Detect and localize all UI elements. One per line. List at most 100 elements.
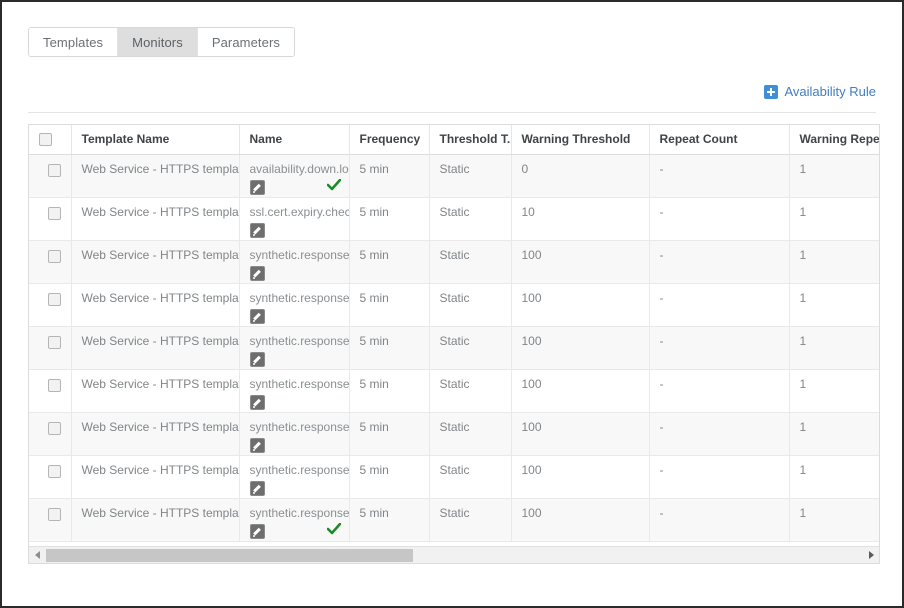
monitor-name-text: synthetic.response.ti [249,505,349,520]
availability-rule-link[interactable]: Availability Rule [764,84,876,99]
row-checkbox[interactable] [48,249,62,263]
column-header-warning-repeat-count: Warning Repeat C [789,125,879,155]
horizontal-scrollbar[interactable] [29,546,879,563]
monitor-name-text: synthetic.response.re [249,247,349,262]
row-checkbox[interactable] [48,335,62,349]
cell-name: synthetic.response.a [239,283,350,327]
cell-frequency: 5 min [349,283,430,327]
scrollbar-track[interactable] [46,546,862,563]
row-checkbox[interactable] [48,464,62,478]
edit-icon[interactable] [249,265,265,281]
row-select-cell [29,154,72,198]
row-select-cell [29,240,72,284]
monitor-name-text: synthetic.response.co [249,333,349,348]
cell-repeat-count: - [649,154,790,198]
cell-warning-threshold: 100 [511,283,650,327]
plus-icon [764,84,779,99]
row-checkbox[interactable] [48,292,62,306]
cell-warning-repeat-count: 1 [789,412,879,456]
scroll-left-button[interactable] [29,546,46,563]
edit-icon[interactable] [249,179,265,195]
edit-icon[interactable] [249,222,265,238]
cell-frequency: 5 min [349,498,430,542]
cell-threshold-type: Static [429,412,512,456]
header-row: Template Name Name Frequency Threshold T...… [29,125,879,155]
triangle-left-icon [34,551,40,559]
edit-icon[interactable] [249,480,265,496]
divider [28,112,876,113]
cell-frequency: 5 min [349,369,430,413]
table-row[interactable]: Web Service - HTTPS template synthetic.re… [29,240,879,284]
table-row[interactable]: Web Service - HTTPS template ssl.cert.exp… [29,197,879,241]
row-select-cell [29,498,72,542]
table-row[interactable]: Web Service - HTTPS template synthetic.re… [29,369,879,413]
cell-name: synthetic.response.lo [239,455,350,499]
cell-repeat-count: - [649,326,790,370]
cell-threshold-type: Static [429,154,512,198]
cell-name: ssl.cert.expiry.check [239,197,350,241]
edit-icon[interactable] [249,351,265,367]
cell-frequency: 5 min [349,240,430,284]
row-checkbox[interactable] [48,163,62,177]
edit-icon[interactable] [249,394,265,410]
monitor-name-text: synthetic.response.a [249,290,349,305]
cell-template-name: Web Service - HTTPS template [71,498,240,542]
column-header-repeat-count: Repeat Count [649,125,790,155]
cell-threshold-type: Static [429,283,512,327]
table-row[interactable]: Web Service - HTTPS template synthetic.re… [29,455,879,499]
cell-warning-repeat-count: 1 [789,197,879,241]
row-checkbox[interactable] [48,378,62,392]
row-select-cell [29,283,72,327]
cell-template-name: Web Service - HTTPS template [71,154,240,198]
row-checkbox[interactable] [48,421,62,435]
cell-threshold-type: Static [429,326,512,370]
row-checkbox[interactable] [48,507,62,521]
cell-repeat-count: - [649,455,790,499]
table-row[interactable]: Web Service - HTTPS template synthetic.re… [29,412,879,456]
row-checkbox[interactable] [48,206,62,220]
table-row[interactable]: Web Service - HTTPS template synthetic.re… [29,498,879,542]
scrollbar-thumb[interactable] [46,548,414,562]
cell-warning-repeat-count: 1 [789,455,879,499]
table-row[interactable]: Web Service - HTTPS template synthetic.re… [29,326,879,370]
edit-icon[interactable] [249,308,265,324]
column-header-threshold-type: Threshold T... [429,125,512,155]
cell-repeat-count: - [649,498,790,542]
monitor-name-text: synthetic.response.lo [249,462,349,477]
row-select-cell [29,197,72,241]
cell-name: availability.down.loc [239,154,350,198]
column-header-frequency: Frequency [349,125,430,155]
row-select-cell [29,412,72,456]
toolbar: Availability Rule [28,84,876,110]
cell-repeat-count: - [649,240,790,284]
table-body: Web Service - HTTPS template availability… [29,154,879,542]
cell-frequency: 5 min [349,154,430,198]
tab-templates[interactable]: Templates [29,28,119,56]
column-header-name: Name [239,125,350,155]
cell-warning-repeat-count: 1 [789,283,879,327]
cell-warning-threshold: 100 [511,498,650,542]
cell-warning-threshold: 100 [511,326,650,370]
edit-icon[interactable] [249,437,265,453]
cell-frequency: 5 min [349,412,430,456]
tab-parameters[interactable]: Parameters [197,28,295,56]
table-row[interactable]: Web Service - HTTPS template synthetic.re… [29,283,879,327]
cell-warning-repeat-count: 1 [789,240,879,284]
cell-warning-repeat-count: 1 [789,154,879,198]
table-row[interactable]: Web Service - HTTPS template availability… [29,154,879,198]
cell-repeat-count: - [649,283,790,327]
tab-monitors[interactable]: Monitors [118,28,198,56]
column-header-template-name: Template Name [71,125,240,155]
scroll-right-button[interactable] [862,546,879,563]
row-select-cell [29,369,72,413]
cell-template-name: Web Service - HTTPS template [71,369,240,413]
cell-template-name: Web Service - HTTPS template [71,240,240,284]
cell-template-name: Web Service - HTTPS template [71,197,240,241]
cell-warning-threshold: 100 [511,240,650,284]
select-all-checkbox[interactable] [39,133,52,147]
edit-icon[interactable] [249,523,265,539]
checkmark-icon [326,178,341,191]
application-window: Templates Monitors Parameters Availability… [0,0,904,608]
cell-name: synthetic.response.st [239,369,350,413]
triangle-right-icon [868,551,874,559]
